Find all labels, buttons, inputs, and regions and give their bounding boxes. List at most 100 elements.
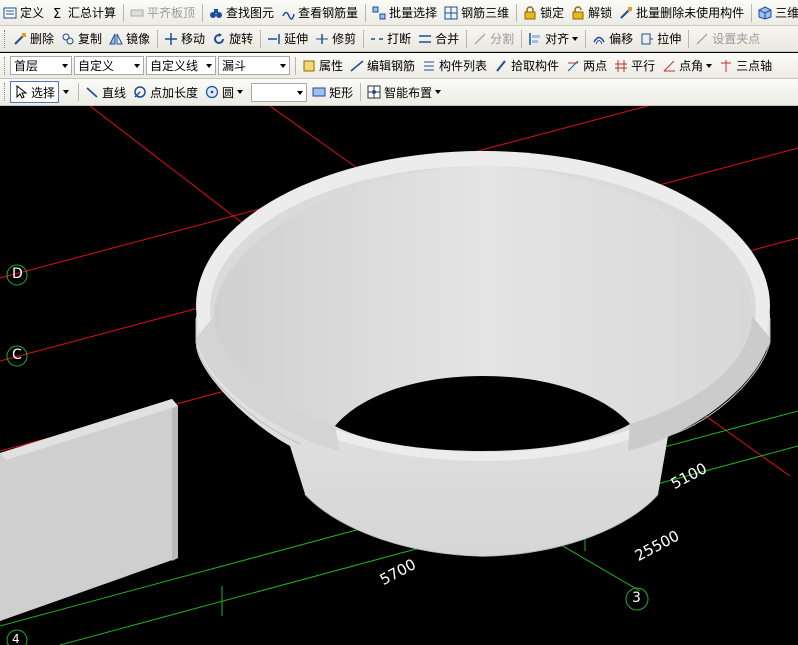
toolbar1-button-0[interactable]: 定义 [0,2,47,24]
rectangle-button[interactable]: 矩形 [309,81,356,103]
binoculars-icon [209,6,223,20]
toolbar3-button-3[interactable]: 拾取构件 [491,55,562,77]
pick-component-icon [494,59,508,73]
toolbar2-button-9[interactable]: 分割 [470,28,517,50]
toolbar1-button-10[interactable]: 三维 [755,2,798,24]
add-length-button[interactable]: 点加长度 [130,81,201,103]
toolbar2-button-2[interactable]: 镜像 [106,28,153,50]
toolbar1-button-5[interactable]: 批量选择 [369,2,440,24]
toolbar2-button-6[interactable]: 修剪 [312,28,359,50]
toolbar3-button-label: 两点 [583,59,608,73]
toolbar1-button-label: 锁定 [540,6,565,20]
toolbar3-button-1[interactable]: 编辑钢筋 [347,55,418,77]
point-angle-icon [662,59,676,73]
rebar-3d-icon [444,6,458,20]
extend-icon [267,32,281,46]
toolbar1-button-9[interactable]: 批量删除未使用构件 [616,2,747,24]
point-length-icon [133,85,147,99]
toolbar3-button-label: 属性 [319,59,344,73]
main-toolbar: 定义 Σ 汇总计算 平齐板顶 查找图元 查看钢筋量 批量选择 钢筋三维 锁定 解锁 批量删除未使用构… [0,0,798,26]
toolbar1-button-label: 批量删除未使用构件 [636,6,745,20]
toolbar2-button-13[interactable]: 设置夹点 [692,28,763,50]
two-point-icon [566,59,580,73]
toolbar1-button-label: 汇总计算 [68,6,117,20]
delete-icon [13,32,27,46]
toolbar1-button-4[interactable]: 查看钢筋量 [278,2,361,24]
toolbar1-button-3[interactable]: 查找图元 [206,2,277,24]
toolbar2-button-4[interactable]: 旋转 [209,28,256,50]
toolbar1-button-8[interactable]: 解锁 [568,2,615,24]
circle-dropdown-icon[interactable] [237,90,244,94]
select-button[interactable]: 选择 [10,81,60,103]
line-button[interactable]: 直线 [82,81,129,103]
select-button-label: 选择 [31,85,56,100]
toolbar1-button-label: 平齐板顶 [147,6,196,20]
toolbar-grip[interactable] [4,56,7,75]
toolbar2-button-10[interactable]: 对齐 [525,28,581,50]
toolbar2-button-11[interactable]: 偏移 [589,28,636,50]
toolbar1-button-2[interactable]: 平齐板顶 [127,2,198,24]
toolbar2-button-label: 复制 [78,32,103,46]
toolbar2-button-label: 延伸 [284,32,309,46]
toolbar3-button-label: 点角 [679,59,704,73]
toolbar1-button-label: 批量选择 [389,6,438,20]
toolbar2-button-7[interactable]: 打断 [367,28,414,50]
smart-layout-dropdown-icon[interactable] [435,90,442,94]
toolbar2-button-8[interactable]: 合并 [415,28,462,50]
toolbar3-button-2[interactable]: 构件列表 [419,55,490,77]
toolbar1-button-1[interactable]: Σ 汇总计算 [48,2,119,24]
toolbar2-button-label: 删除 [30,32,55,46]
toolbar2-button-label: 旋转 [229,32,254,46]
edit-rebar-icon [350,59,364,73]
toolbar3-button-5[interactable]: 平行 [611,55,658,77]
line-icon [85,85,99,99]
category-select[interactable]: 自定义 [74,56,144,75]
toolbar1-button-label: 解锁 [588,6,613,20]
circle-option-select[interactable] [251,82,308,102]
rectangle-icon [312,85,326,99]
toolbar3-button-4[interactable]: 两点 [563,55,610,77]
toolbar3-button-7[interactable]: 三点轴 [716,55,775,77]
toolbar2-button-label: 修剪 [332,32,357,46]
svg-text:Σ: Σ [53,7,61,20]
select-dropdown-icon[interactable] [63,90,70,94]
axis-label-d: D [12,266,23,282]
rectangle-button-label: 矩形 [329,85,354,100]
toolbar1-button-6[interactable]: 钢筋三维 [441,2,512,24]
batch-delete-icon [619,6,633,20]
edit-toolbar: 删除 复制 镜像 移动 旋转 延伸 修剪 打断 合并 分割 对齐 偏移 拉伸 设置夹点 [0,26,798,52]
toolbar2-button-1[interactable]: 复制 [58,28,105,50]
chevron-down-icon[interactable] [572,36,579,41]
toolbar2-button-12[interactable]: 拉伸 [637,28,684,50]
subcategory-select-value: 自定义线 [150,59,199,73]
smart-layout-button[interactable]: 智能布置 [364,81,444,103]
split-icon [473,32,487,46]
floor-select[interactable]: 首层 [10,56,72,75]
subcategory-select[interactable]: 自定义线 [146,56,216,75]
chevron-down-icon[interactable] [706,63,713,68]
toolbar2-button-0[interactable]: 删除 [10,28,57,50]
merge-icon [418,32,432,46]
line-button-label: 直线 [102,85,127,100]
toolbar2-button-3[interactable]: 移动 [161,28,208,50]
toolbar1-button-7[interactable]: 锁定 [520,2,567,24]
toolbar-grip[interactable] [4,29,7,48]
lock-icon [523,5,537,20]
component-select-value: 漏斗 [222,59,247,73]
category-select-value: 自定义 [78,59,115,73]
toolbar1-button-label: 钢筋三维 [461,6,510,20]
wall-slab[interactable] [0,399,178,621]
trim-icon [315,32,329,46]
toolbar-grip[interactable] [4,83,7,101]
copy-icon [61,32,75,46]
align-slab-top-icon [130,6,144,20]
toolbar3-button-6[interactable]: 点角 [659,55,715,77]
component-select[interactable]: 漏斗 [218,56,290,75]
circle-button[interactable]: 圆 [202,81,246,103]
funnel-solid[interactable] [195,151,771,557]
toolbar3-button-0[interactable]: 属性 [299,55,346,77]
axis-label-3: 3 [632,590,641,606]
3d-viewport[interactable]: D C 3 4 5700 25500 5100 [0,106,798,645]
toolbar2-button-5[interactable]: 延伸 [264,28,311,50]
toolbar2-button-label: 设置夹点 [712,32,761,46]
